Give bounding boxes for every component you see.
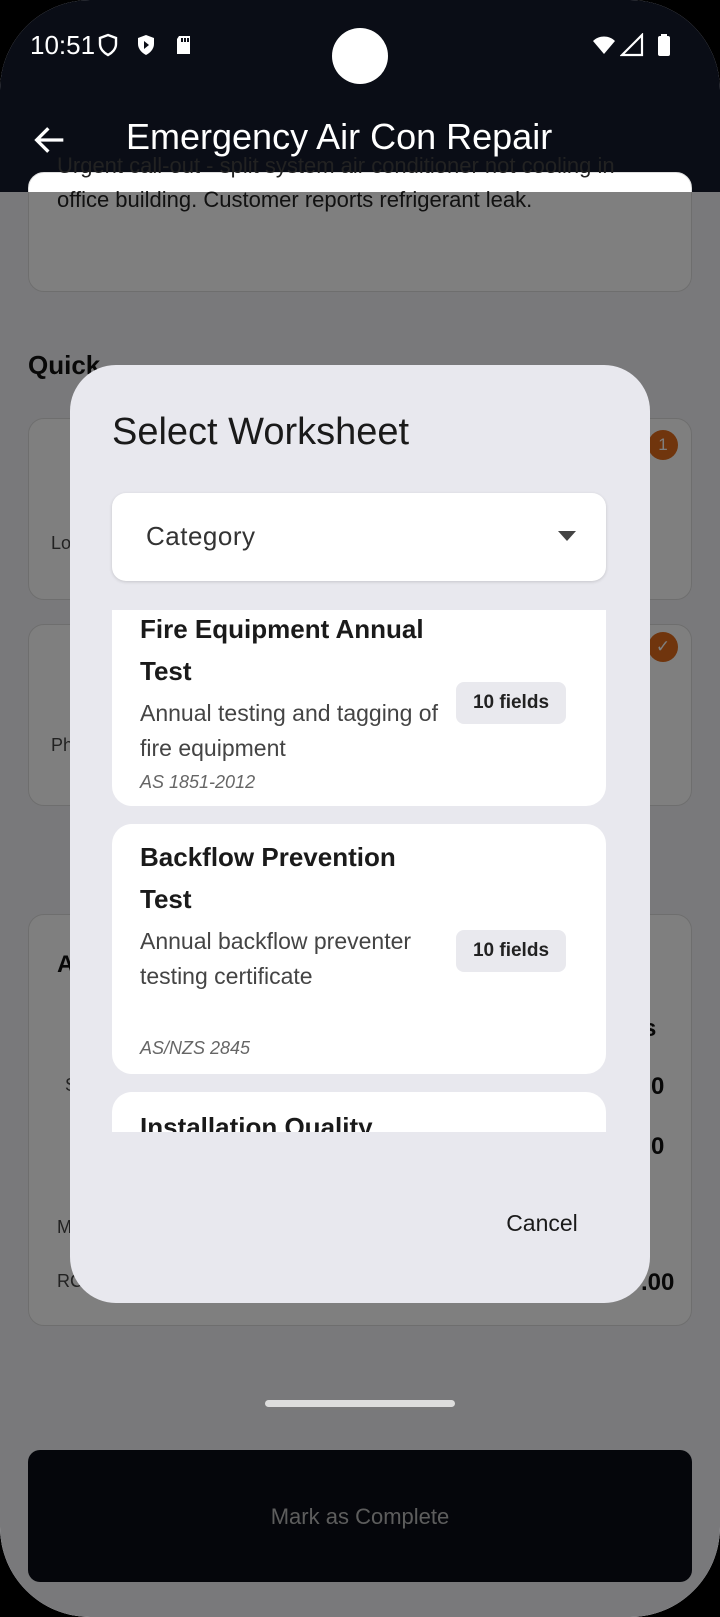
home-indicator[interactable] bbox=[265, 1400, 455, 1407]
worksheet-title: Backflow Prevention Test bbox=[140, 842, 396, 914]
category-label: Category bbox=[146, 521, 256, 551]
category-dropdown[interactable]: Category bbox=[112, 493, 606, 581]
worksheet-item-installation-quality[interactable]: Installation Quality bbox=[112, 1092, 606, 1132]
status-bar: 10:51 bbox=[0, 0, 720, 96]
phone-screen: 10:51 Emergency Air Con Repair Urgent ca… bbox=[0, 0, 720, 1617]
fields-count-chip: 10 fields bbox=[456, 682, 566, 724]
battery-icon bbox=[658, 34, 670, 56]
dialog-title: Select Worksheet bbox=[112, 411, 410, 453]
shield-play-icon bbox=[138, 35, 154, 55]
shield-outline-icon bbox=[98, 33, 118, 57]
worksheet-description: Annual testing and tagging of fire equip… bbox=[140, 700, 438, 761]
worksheet-title: Fire Equipment Annual Test bbox=[140, 614, 424, 686]
signal-icon bbox=[620, 33, 644, 57]
wifi-icon bbox=[593, 36, 615, 54]
status-time: 10:51 bbox=[30, 30, 96, 60]
worksheet-list[interactable]: Fire Equipment Annual Test Annual testin… bbox=[112, 610, 606, 1132]
fields-count-chip: 10 fields bbox=[456, 930, 566, 972]
worksheet-item-fire-equipment[interactable]: Fire Equipment Annual Test Annual testin… bbox=[112, 610, 606, 806]
select-worksheet-dialog: Select Worksheet Category Fire Equipment… bbox=[70, 365, 650, 1303]
worksheet-title: Installation Quality bbox=[140, 1112, 373, 1132]
cancel-button[interactable]: Cancel bbox=[480, 1195, 604, 1251]
worksheet-standard: AS 1851-2012 bbox=[140, 772, 256, 792]
camera-cutout bbox=[332, 28, 388, 84]
dropdown-caret-icon bbox=[558, 531, 576, 541]
worksheet-description: Annual backflow preventer testing certif… bbox=[140, 928, 412, 989]
worksheet-standard: AS/NZS 2845 bbox=[140, 1038, 251, 1058]
sd-card-icon bbox=[177, 36, 190, 54]
worksheet-item-backflow[interactable]: Backflow Prevention Test Annual backflow… bbox=[112, 824, 606, 1074]
